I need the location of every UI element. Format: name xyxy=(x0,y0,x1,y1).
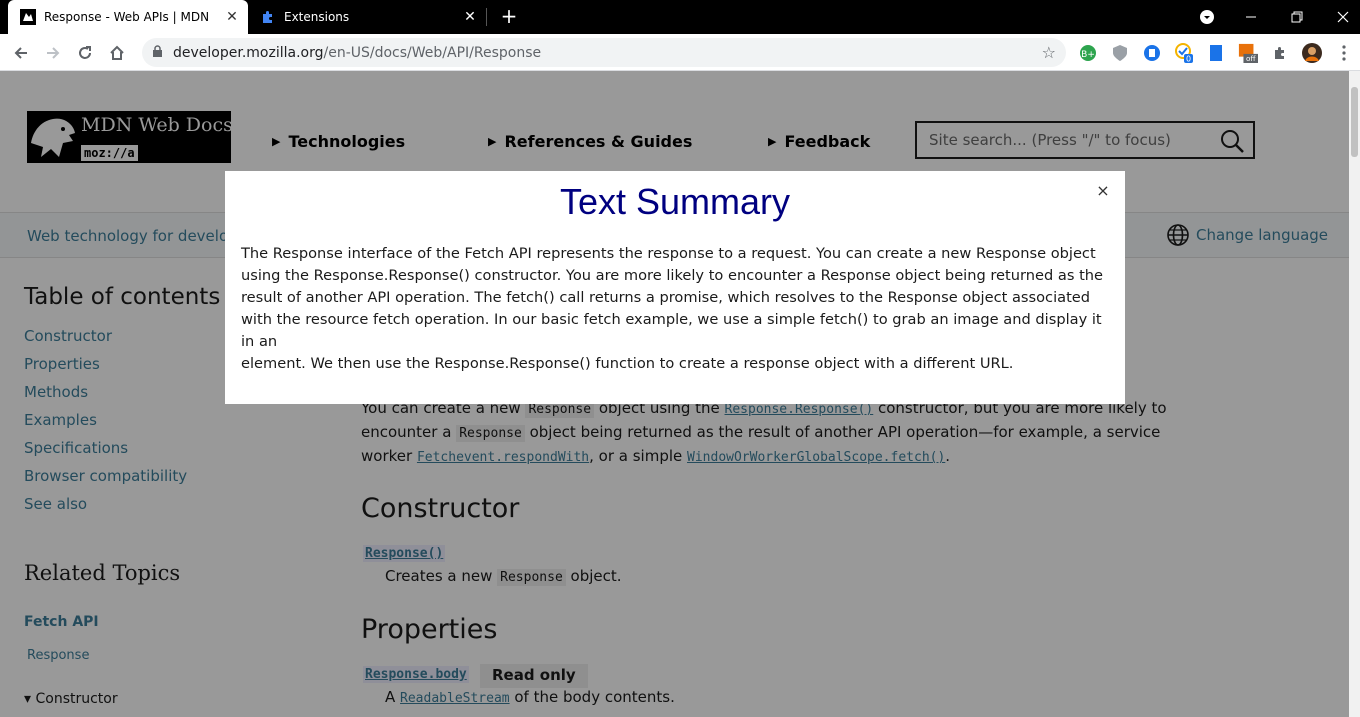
tab-mdn-response[interactable]: Response - Web APIs | MDN ✕ xyxy=(8,0,248,34)
extension-blue-icon[interactable] xyxy=(1142,43,1162,63)
tab-search-icon[interactable] xyxy=(1196,0,1218,34)
more-menu-icon[interactable] xyxy=(1334,43,1354,63)
modal-close-icon[interactable]: × xyxy=(1095,181,1111,201)
window-close-icon[interactable] xyxy=(1330,0,1356,34)
lock-icon[interactable] xyxy=(152,43,163,62)
todo-badge: 0 xyxy=(1186,55,1191,64)
tab-close-icon[interactable]: ✕ xyxy=(222,9,242,25)
url-domain: developer.mozilla.org xyxy=(173,44,324,61)
tab-extensions[interactable]: Extensions ✕ xyxy=(250,0,486,34)
bookmark-extension-icon[interactable] xyxy=(1206,43,1226,63)
tab-close-icon[interactable]: ✕ xyxy=(460,9,480,25)
pdf-badge: off xyxy=(1246,54,1256,63)
scrollbar-thumb[interactable] xyxy=(1351,87,1358,157)
url-text[interactable]: developer.mozilla.org/en-US/docs/Web/API… xyxy=(173,45,541,61)
profile-avatar[interactable] xyxy=(1302,43,1322,63)
browser-toolbar: developer.mozilla.org/en-US/docs/Web/API… xyxy=(0,34,1360,71)
modal-title: Text Summary xyxy=(559,181,791,222)
forward-arrow-icon[interactable] xyxy=(40,40,66,66)
modal-summary-text: The Response interface of the Fetch API … xyxy=(241,245,1104,372)
minimize-icon[interactable] xyxy=(1238,0,1264,34)
home-icon[interactable] xyxy=(104,40,130,66)
text-summary-modal: Text Summary × The Response interface of… xyxy=(225,171,1125,404)
page-scrollbar[interactable] xyxy=(1349,71,1360,717)
new-tab-plus-icon[interactable]: + xyxy=(498,5,520,27)
puzzle-icon xyxy=(260,9,276,25)
bookmark-star-icon[interactable]: ☆ xyxy=(1042,43,1056,62)
reload-icon[interactable] xyxy=(72,40,98,66)
pdf-extension-icon[interactable]: off xyxy=(1238,43,1258,63)
tab-divider xyxy=(486,8,487,26)
url-path: /en-US/docs/Web/API/Response xyxy=(323,44,542,61)
tab-strip: Response - Web APIs | MDN ✕ Extensions ✕… xyxy=(0,0,1360,34)
grammar-extension-icon[interactable]: B+ xyxy=(1078,43,1098,63)
restore-icon[interactable] xyxy=(1284,0,1310,34)
todo-extension-icon[interactable]: 0 xyxy=(1174,43,1194,63)
tab-title: Response - Web APIs | MDN xyxy=(44,10,210,24)
mdn-icon xyxy=(20,9,36,25)
svg-text:B+: B+ xyxy=(1081,50,1095,60)
back-arrow-icon[interactable] xyxy=(8,40,34,66)
address-bar[interactable]: developer.mozilla.org/en-US/docs/Web/API… xyxy=(142,38,1066,67)
shield-icon[interactable] xyxy=(1110,43,1130,63)
extensions-puzzle-icon[interactable] xyxy=(1270,43,1290,63)
tab-title: Extensions xyxy=(284,10,350,24)
